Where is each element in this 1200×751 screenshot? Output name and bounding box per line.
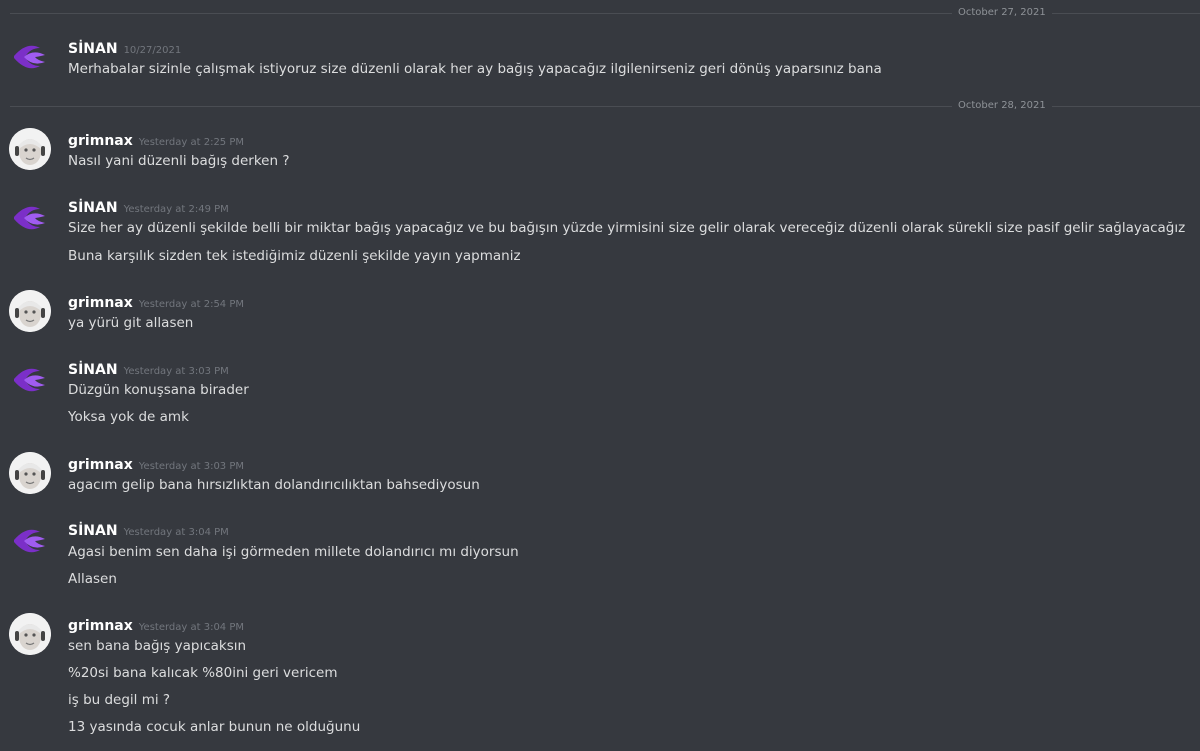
message-text: agacım gelip bana hırsızlıktan dolandırı… bbox=[68, 477, 480, 493]
message-text: Size her ay düzenli şekilde belli bir mi… bbox=[68, 220, 1186, 236]
message-text: Agasi benim sen daha işi görmeden millet… bbox=[68, 544, 519, 560]
date-divider-label: October 28, 2021 bbox=[952, 99, 1052, 113]
message-text: iş bu degil mi ? bbox=[68, 692, 171, 708]
author-name[interactable]: SİNAN bbox=[68, 362, 118, 378]
timestamp: Yesterday at 3:04 PM bbox=[123, 527, 229, 538]
author-name[interactable]: grimnax bbox=[68, 457, 133, 473]
message-text: Nasıl yani düzenli bağış derken ? bbox=[68, 153, 290, 169]
timestamp: Yesterday at 3:03 PM bbox=[123, 366, 229, 377]
message-text: sen bana bağış yapıcaksın bbox=[68, 638, 247, 654]
date-divider-label: October 27, 2021 bbox=[952, 6, 1052, 20]
timestamp: Yesterday at 3:03 PM bbox=[138, 461, 245, 472]
message-text: ya yürü git allasen bbox=[68, 315, 194, 331]
face-avatar-icon[interactable] bbox=[9, 452, 51, 494]
timestamp: Yesterday at 2:54 PM bbox=[138, 299, 245, 310]
message-text: Yoksa yok de amk bbox=[68, 409, 189, 425]
timestamp: Yesterday at 2:25 PM bbox=[138, 137, 245, 148]
author-name[interactable]: grimnax bbox=[68, 133, 133, 149]
author-name[interactable]: SİNAN bbox=[68, 200, 118, 216]
purple-logo-icon[interactable] bbox=[9, 359, 51, 401]
timestamp: 10/27/2021 bbox=[123, 45, 182, 56]
message-text: 13 yasında cocuk anlar bunun ne olduğunu bbox=[68, 719, 361, 735]
timestamp: Yesterday at 3:04 PM bbox=[138, 622, 245, 633]
message-text: Allasen bbox=[68, 571, 117, 587]
purple-logo-icon[interactable] bbox=[9, 197, 51, 239]
purple-logo-icon[interactable] bbox=[9, 520, 51, 562]
purple-logo-icon[interactable] bbox=[9, 36, 51, 78]
face-avatar-icon[interactable] bbox=[9, 613, 51, 655]
face-avatar-icon[interactable] bbox=[9, 290, 51, 332]
author-name[interactable]: grimnax bbox=[68, 618, 133, 634]
message-text: Düzgün konuşsana birader bbox=[68, 382, 249, 398]
author-name[interactable]: grimnax bbox=[68, 295, 133, 311]
message-text: Buna karşılık sizden tek istediğimiz düz… bbox=[68, 248, 521, 264]
author-name[interactable]: SİNAN bbox=[68, 523, 118, 539]
message-text: Merhabalar sizinle çalışmak istiyoruz si… bbox=[68, 61, 882, 77]
author-name[interactable]: SİNAN bbox=[68, 41, 118, 57]
message-text: %20si bana kalıcak %80ini geri vericem bbox=[68, 665, 338, 681]
chat-view: October 27, 2021 SİNAN 10/27/2021 Merhaba… bbox=[0, 0, 1200, 751]
timestamp: Yesterday at 2:49 PM bbox=[123, 204, 229, 215]
face-avatar-icon[interactable] bbox=[9, 128, 51, 170]
